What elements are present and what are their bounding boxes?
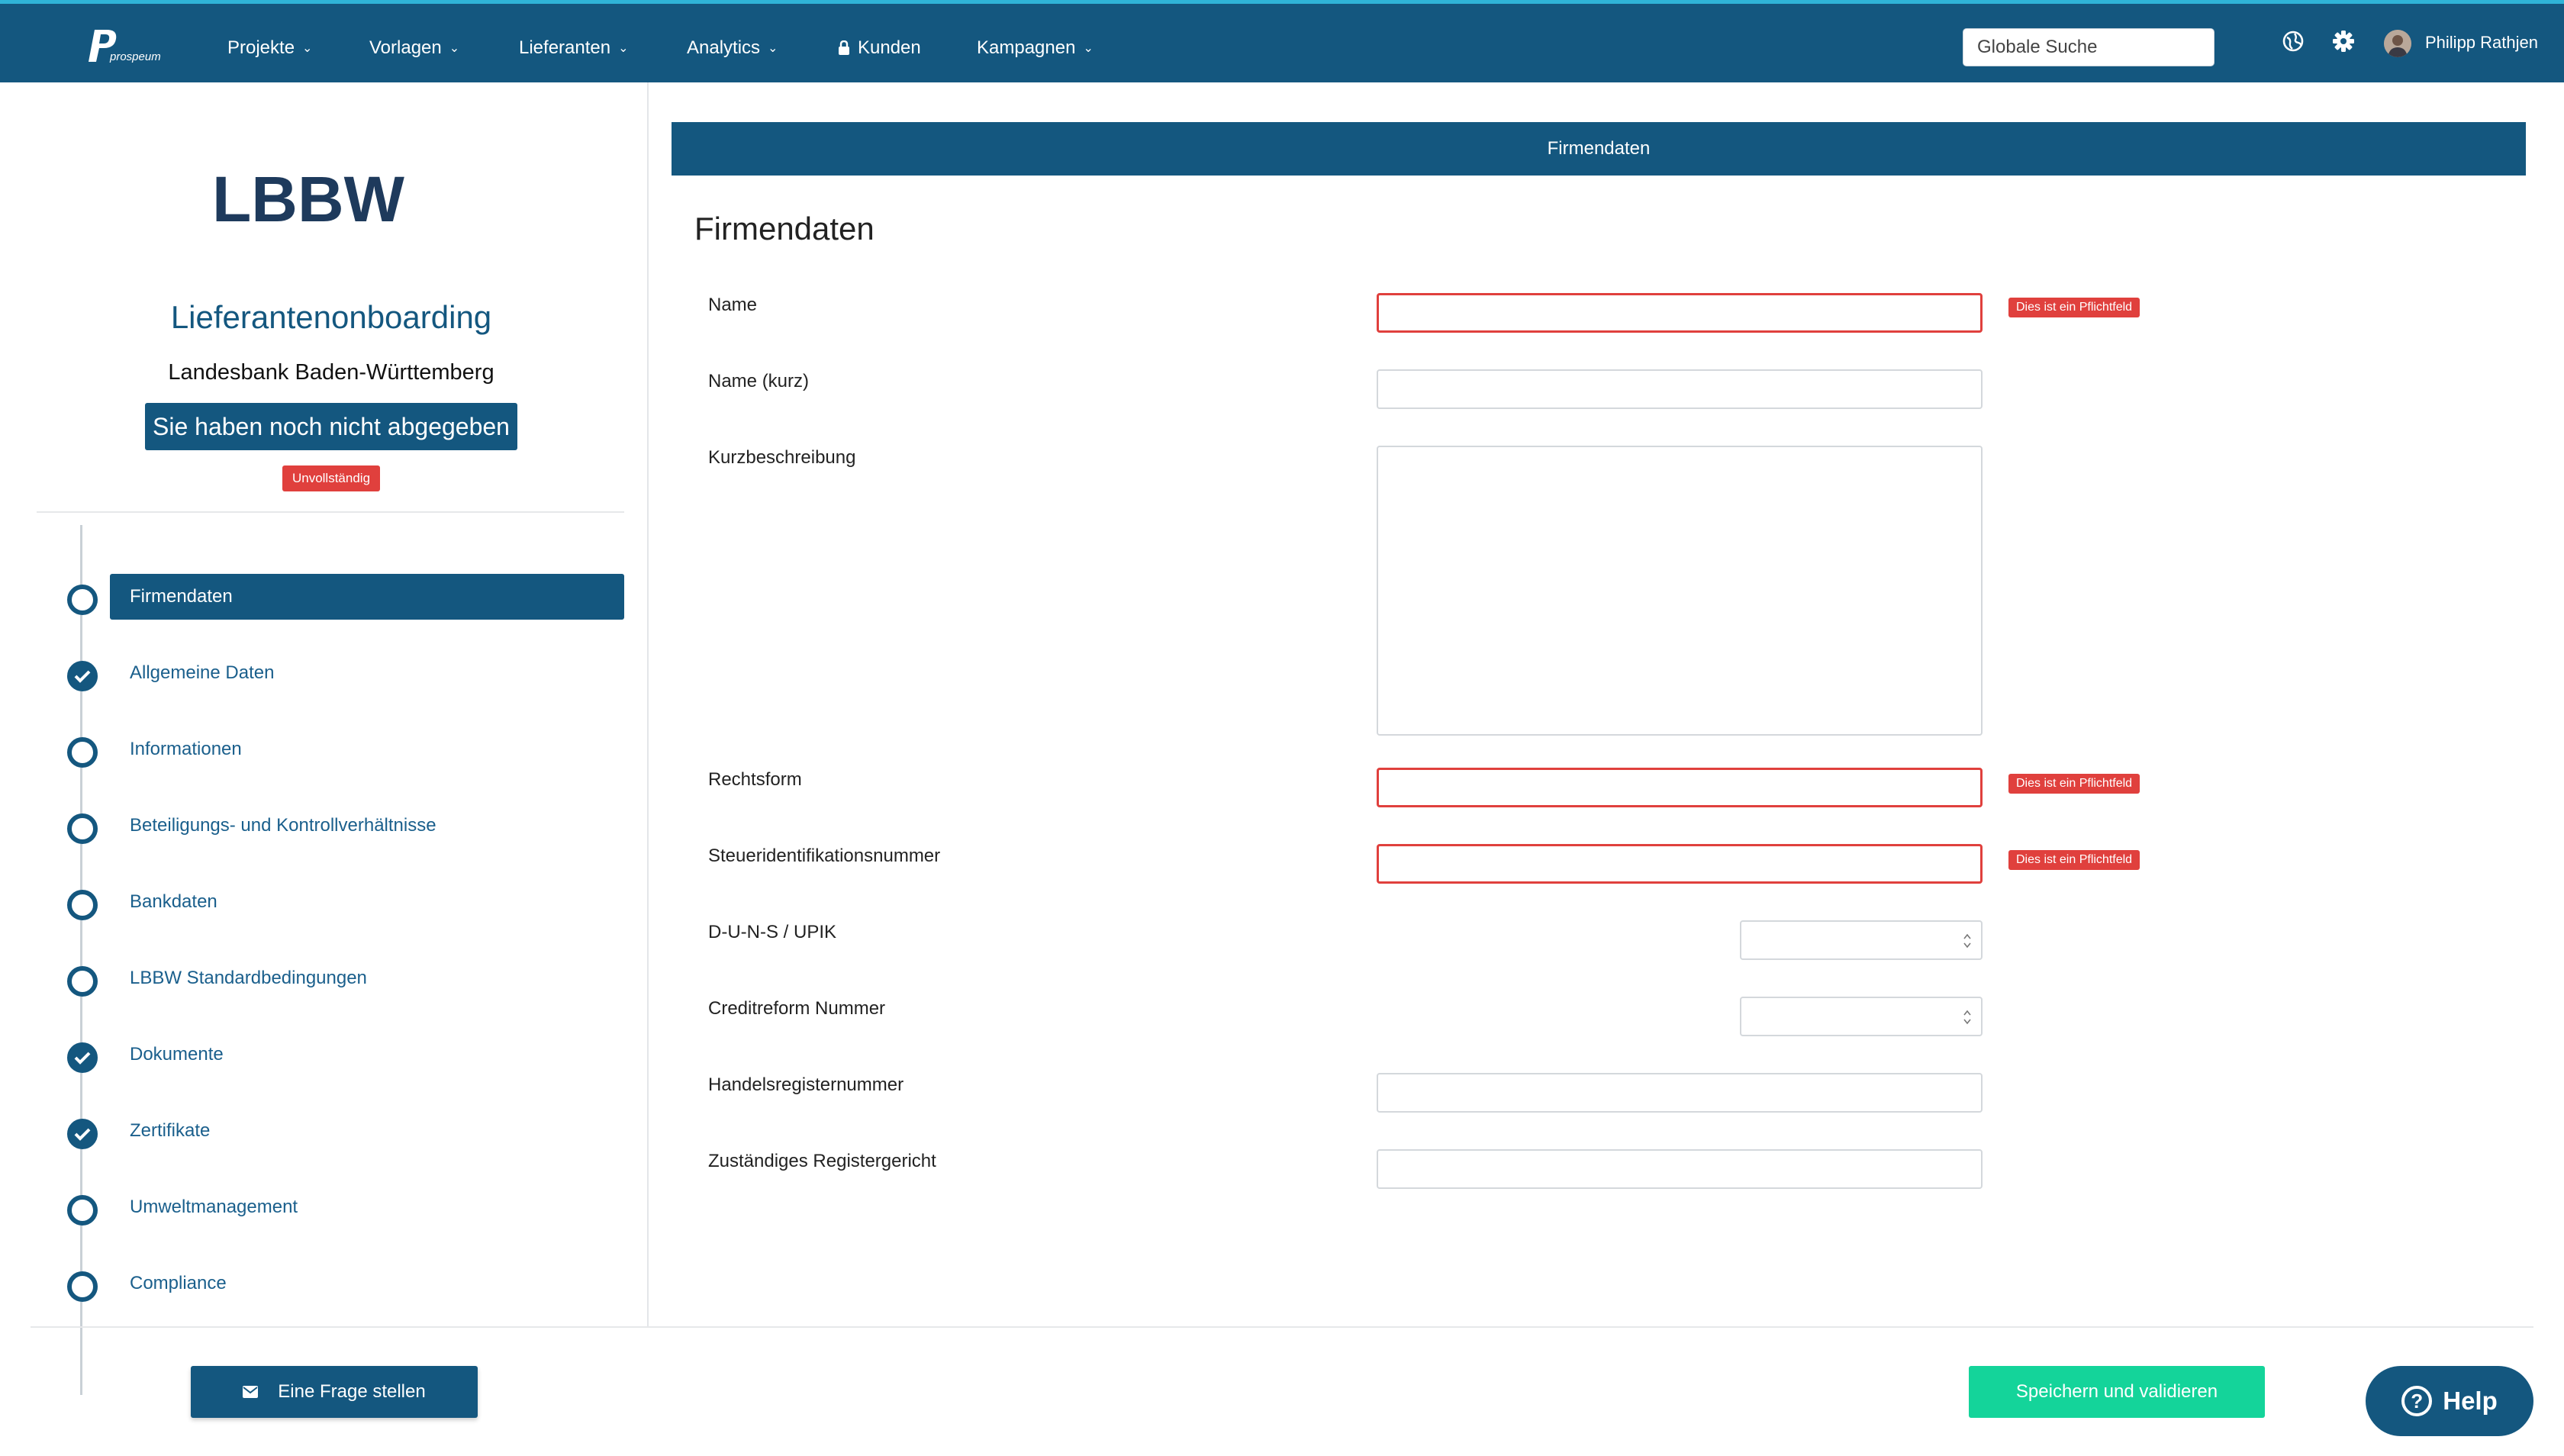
top-navigation-bar: prospeum Projekte ⌄ Vorlagen ⌄ Lieferant… — [0, 0, 2564, 82]
save-and-validate-button[interactable]: Speichern und validieren — [1969, 1366, 2265, 1418]
nav-kunden[interactable]: Kunden — [838, 37, 921, 59]
step-label: Bankdaten — [130, 891, 217, 912]
ask-question-button[interactable]: Eine Frage stellen — [191, 1366, 478, 1418]
avatar[interactable] — [2384, 30, 2411, 57]
step-open-circle-icon — [67, 737, 98, 768]
chevron-down-icon: ⌄ — [449, 42, 460, 55]
creditreform-label: Creditreform Nummer — [708, 998, 886, 1019]
chevron-down-icon: ⌄ — [302, 42, 313, 55]
step-label: LBBW Standardbedingungen — [130, 968, 367, 988]
step-allgemeine-daten[interactable]: Allgemeine Daten — [64, 650, 626, 696]
help-button[interactable]: ? Help — [2366, 1366, 2533, 1436]
step-bankdaten[interactable]: Bankdaten — [64, 879, 626, 925]
creditreform-number-input[interactable] — [1740, 997, 1983, 1036]
commercial-register-label: Handelsregisternummer — [708, 1074, 904, 1095]
status-badge: Unvollständig — [282, 465, 380, 491]
step-beteiligungs-kontrollverhaeltnisse[interactable]: Beteiligungs- und Kontrollverhältnisse — [64, 803, 626, 849]
nav-label: Lieferanten — [519, 37, 611, 58]
nav-label: Analytics — [687, 37, 761, 58]
step-open-circle-icon — [67, 813, 98, 844]
tax-id-label: Steueridentifikationsnummer — [708, 846, 941, 866]
user-photo-icon — [2384, 30, 2411, 57]
step-umweltmanagement[interactable]: Umweltmanagement — [64, 1184, 626, 1230]
nav-label: Projekte — [227, 37, 295, 58]
lbbw-logo-text: LBBW — [212, 168, 405, 227]
step-label: Allgemeine Daten — [130, 662, 275, 683]
step-label: Firmendaten — [130, 586, 233, 607]
logo-text: prospeum — [109, 50, 161, 63]
step-compliance[interactable]: Compliance — [64, 1261, 626, 1306]
number-spinner-icon[interactable] — [1963, 933, 1972, 949]
bank-name: Landesbank Baden-Württemberg — [168, 360, 494, 385]
footer-divider — [31, 1326, 2533, 1328]
nav-label: Vorlagen — [369, 37, 442, 58]
step-zertifikate[interactable]: Zertifikate — [64, 1108, 626, 1154]
nav-label: Kunden — [858, 37, 921, 58]
lbbw-logo: LBBW — [212, 168, 405, 227]
onboarding-sidebar: LBBW Lieferantenonboarding Landesbank Ba… — [0, 82, 649, 1395]
envelope-icon — [243, 1386, 259, 1398]
step-open-circle-icon — [67, 1271, 98, 1302]
duns-label: D-U-N-S / UPIK — [708, 922, 836, 942]
step-label: Informationen — [130, 739, 242, 759]
lock-icon — [839, 40, 849, 55]
submission-status: Sie haben noch nicht abgegeben — [145, 403, 517, 450]
duns-number-input[interactable] — [1740, 920, 1983, 960]
page-title: Firmendaten — [694, 211, 875, 246]
commercial-register-input[interactable] — [1377, 1073, 1983, 1113]
step-open-circle-icon — [67, 966, 98, 997]
step-check-icon — [67, 1119, 98, 1149]
chevron-down-icon: ⌄ — [768, 42, 778, 55]
nav-kampagnen[interactable]: Kampagnen ⌄ — [977, 37, 1094, 59]
nav-projekte[interactable]: Projekte ⌄ — [227, 37, 312, 59]
step-open-circle-icon — [67, 585, 98, 615]
user-name[interactable]: Philipp Rathjen — [2425, 33, 2538, 53]
name-label: Name — [708, 295, 758, 315]
step-open-circle-icon — [67, 1195, 98, 1226]
name-input[interactable] — [1377, 293, 1983, 333]
registry-court-input[interactable] — [1377, 1149, 1983, 1189]
nav-label: Kampagnen — [977, 37, 1076, 58]
onboarding-title: Lieferantenonboarding — [170, 299, 492, 335]
step-lbbw-standardbedingungen[interactable]: LBBW Standardbedingungen — [64, 955, 626, 1001]
globe-icon[interactable] — [2280, 28, 2306, 54]
short-description-textarea[interactable] — [1377, 446, 1983, 736]
registry-court-label: Zuständiges Registergericht — [708, 1151, 936, 1171]
divider — [37, 511, 624, 513]
step-label: Dokumente — [130, 1044, 224, 1065]
ask-question-label: Eine Frage stellen — [278, 1381, 426, 1402]
step-label: Zertifikate — [130, 1120, 211, 1141]
step-informationen[interactable]: Informationen — [64, 726, 626, 772]
short-name-label: Name (kurz) — [708, 371, 810, 391]
step-check-icon — [67, 661, 98, 691]
prospeum-logo[interactable]: prospeum — [84, 27, 168, 66]
step-dokumente[interactable]: Dokumente — [64, 1032, 626, 1078]
step-firmendaten[interactable]: Firmendaten — [64, 574, 626, 620]
required-field-badge: Dies ist ein Pflichtfeld — [2008, 774, 2140, 794]
step-label: Compliance — [130, 1273, 227, 1293]
required-field-badge: Dies ist ein Pflichtfeld — [2008, 850, 2140, 870]
step-open-circle-icon — [67, 890, 98, 920]
section-header: Firmendaten — [672, 122, 2526, 176]
gear-icon[interactable] — [2330, 28, 2356, 54]
step-label: Umweltmanagement — [130, 1197, 298, 1217]
help-label: Help — [2443, 1387, 2498, 1415]
question-circle-icon: ? — [2401, 1386, 2433, 1416]
number-spinner-icon[interactable] — [1963, 1009, 1972, 1026]
chevron-down-icon: ⌄ — [1083, 42, 1094, 55]
nav-analytics[interactable]: Analytics ⌄ — [687, 37, 778, 59]
nav-lieferanten[interactable]: Lieferanten ⌄ — [519, 37, 629, 59]
legal-form-label: Rechtsform — [708, 769, 802, 790]
legal-form-input[interactable] — [1377, 768, 1983, 807]
step-label: Beteiligungs- und Kontrollverhältnisse — [130, 815, 436, 836]
required-field-badge: Dies ist ein Pflichtfeld — [2008, 298, 2140, 317]
step-check-icon — [67, 1042, 98, 1073]
global-search-input[interactable] — [1963, 28, 2215, 66]
nav-vorlagen[interactable]: Vorlagen ⌄ — [369, 37, 459, 59]
short-description-label: Kurzbeschreibung — [708, 447, 856, 468]
short-name-input[interactable] — [1377, 369, 1983, 409]
tax-id-input[interactable] — [1377, 844, 1983, 884]
chevron-down-icon: ⌄ — [618, 42, 629, 55]
